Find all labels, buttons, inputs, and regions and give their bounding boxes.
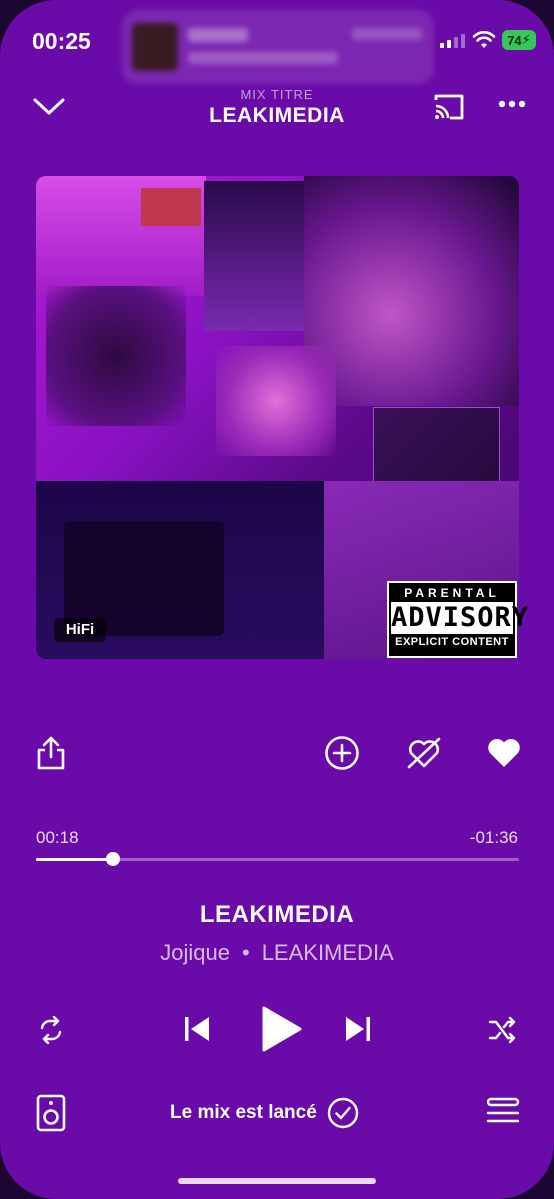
home-indicator[interactable]: [178, 1178, 376, 1184]
progress-knob[interactable]: [106, 852, 121, 866]
cast-icon[interactable]: [432, 92, 466, 122]
previous-icon[interactable]: [183, 1015, 211, 1043]
more-options-icon[interactable]: [498, 100, 526, 108]
add-circle-icon[interactable]: [324, 735, 360, 771]
heart-filled-icon[interactable]: [486, 737, 522, 769]
page-title: LEAKIMEDIA: [209, 104, 345, 127]
speaker-icon[interactable]: [36, 1094, 66, 1132]
mix-label: Le mix est lancé: [170, 1102, 317, 1123]
mix-status[interactable]: Le mix est lancé: [170, 1097, 359, 1129]
track-meta: Jojique • LEAKIMEDIA: [0, 940, 554, 966]
heart-slash-icon[interactable]: [405, 737, 443, 769]
album-link[interactable]: LEAKIMEDIA: [262, 940, 394, 965]
shuffle-icon[interactable]: [488, 1016, 518, 1044]
hifi-badge: HiFi: [54, 618, 106, 642]
play-icon[interactable]: [260, 1005, 302, 1053]
artist-link[interactable]: Jojique: [160, 940, 230, 965]
wifi-icon: [472, 31, 496, 48]
remaining-time: -01:36: [469, 828, 518, 847]
notification-banner[interactable]: [122, 10, 434, 84]
track-title: LEAKIMEDIA: [199, 901, 355, 928]
notification-thumbnail: [132, 23, 178, 71]
check-circle-icon: [327, 1097, 358, 1129]
progress-fill: [36, 858, 114, 861]
queue-icon[interactable]: [486, 1097, 520, 1127]
next-icon[interactable]: [344, 1015, 372, 1043]
share-icon[interactable]: [36, 735, 66, 771]
status-time: 00:25: [32, 28, 91, 54]
meta-separator: •: [241, 940, 250, 965]
player-screen: 00:25 74 ⚡ MIX TITRE LEAKIMEDIA HiFi PAR…: [0, 0, 554, 1199]
signal-icon: [440, 34, 465, 48]
battery-indicator: 74 ⚡: [502, 30, 536, 50]
header-subtitle: MIX TITRE: [240, 87, 314, 102]
repeat-icon[interactable]: [36, 1016, 66, 1044]
progress-track[interactable]: [36, 852, 519, 866]
parental-advisory-label: PARENTAL ADVISORY EXPLICIT CONTENT: [387, 581, 528, 658]
elapsed-time: 00:18: [36, 828, 79, 847]
